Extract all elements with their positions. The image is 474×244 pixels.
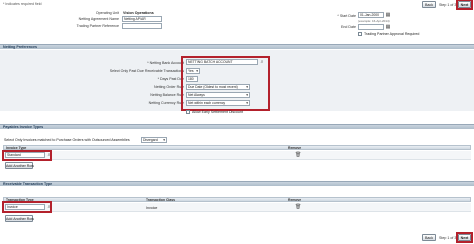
step-indicator-top: Step 1 of 3 bbox=[439, 3, 457, 7]
select-invoices-select[interactable]: Disregard ▾ bbox=[141, 137, 167, 143]
calendar-icon[interactable]: ▦ bbox=[385, 24, 391, 30]
next-highlight-box bbox=[456, 0, 473, 10]
netting-agreement-input[interactable]: Netting AP/AR bbox=[122, 16, 162, 22]
select-invoices-label: Select Only Invoices matched to Purchase… bbox=[4, 138, 130, 142]
end-date-input[interactable] bbox=[358, 24, 384, 30]
payables-title: Payables Invoice Types bbox=[3, 125, 44, 129]
trading-partner-approval-label: Trading Partner Approval Required bbox=[364, 32, 420, 36]
operating-unit-label: Operating Unit bbox=[95, 11, 119, 15]
netting-preferences-header: Netting Preferences bbox=[0, 44, 474, 49]
order-rule-label: Netting Order Rule bbox=[154, 85, 184, 89]
payables-col-remove: Remove bbox=[288, 146, 302, 150]
trading-partner-approval-checkbox[interactable] bbox=[358, 32, 362, 36]
add-row-button-receivables[interactable]: Add Another Row bbox=[5, 215, 34, 222]
calendar-icon[interactable]: ▦ bbox=[385, 12, 391, 18]
receivables-col-class: Transaction Class bbox=[146, 198, 176, 202]
trash-icon[interactable]: 🗑 bbox=[295, 205, 301, 210]
required-note: * Indicates required field bbox=[3, 2, 42, 6]
start-date-input[interactable]: 01-Jan-2000 bbox=[358, 12, 384, 18]
balance-rule-label: Netting Balance Rule bbox=[150, 93, 184, 97]
payables-header: Payables Invoice Types bbox=[0, 124, 474, 129]
add-row-button-payables[interactable]: Add Another Row bbox=[5, 162, 34, 169]
past-due-label: Select Only Past Due Receivable Transact… bbox=[109, 69, 184, 73]
end-date-label: End Date bbox=[341, 25, 356, 29]
preferences-highlight-box bbox=[181, 56, 270, 111]
step-indicator-bottom: Step 1 of 3 bbox=[439, 236, 457, 240]
start-date-label: * Start Date bbox=[337, 14, 356, 18]
chevron-down-icon: ▾ bbox=[163, 138, 165, 142]
table-row bbox=[3, 203, 471, 212]
receivables-table-header: Transaction Type Transaction Class Remov… bbox=[3, 197, 471, 202]
netting-agreement-label: Netting Agreement Name bbox=[78, 17, 119, 21]
allow-early-label: Allow Early Settlement Discount bbox=[192, 110, 243, 114]
operating-unit-value: Vision Operations bbox=[123, 11, 154, 15]
payables-table-header: Invoice Type Remove bbox=[3, 145, 471, 150]
invoice-type-highlight-box bbox=[2, 150, 52, 161]
trading-partner-input[interactable] bbox=[122, 23, 162, 29]
table-row bbox=[3, 151, 471, 160]
bank-account-label: * Netting Bank Account bbox=[147, 61, 184, 65]
trash-icon[interactable]: 🗑 bbox=[295, 153, 301, 158]
transaction-type-highlight-box bbox=[2, 201, 52, 213]
receivables-col-remove: Remove bbox=[288, 198, 302, 202]
select-invoices-value: Disregard bbox=[143, 138, 158, 142]
trading-partner-label: Trading Partner Reference bbox=[76, 24, 119, 28]
back-button-top[interactable]: Back bbox=[422, 1, 436, 8]
currency-rule-label: Netting Currency Rule bbox=[148, 101, 184, 105]
netting-agreement-page: * Indicates required field Back Step 1 o… bbox=[0, 0, 474, 244]
transaction-class-value: Invoice bbox=[146, 206, 158, 210]
receivables-title: Receivable Transaction Type bbox=[3, 182, 53, 186]
next-highlight-box bbox=[456, 232, 473, 243]
receivables-header: Receivable Transaction Type bbox=[0, 181, 474, 186]
back-button-bottom[interactable]: Back bbox=[422, 234, 436, 241]
allow-early-checkbox[interactable] bbox=[186, 110, 190, 114]
start-date-example: (example: 16-Apr-2014) bbox=[358, 19, 390, 23]
